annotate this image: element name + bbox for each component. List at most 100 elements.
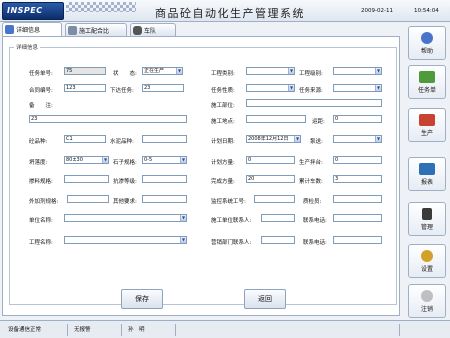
- contact-phone2-field[interactable]: [333, 236, 382, 244]
- sales-contact-field[interactable]: [261, 236, 295, 244]
- task-no-label: 任务单号:: [29, 71, 53, 77]
- completed-volume-field[interactable]: 20: [246, 175, 295, 183]
- sidebar-item-settings[interactable]: 设置: [408, 244, 446, 278]
- sidebar: 帮助 任务单 生产 报表 管理 设置 注销: [404, 22, 450, 318]
- sidebar-item-logout-label: 注销: [420, 305, 433, 313]
- report-icon: [419, 162, 435, 175]
- status-select[interactable]: 正在生产 ▼: [142, 67, 183, 75]
- chevron-down-icon: ▼: [180, 237, 186, 243]
- status-value: 正在生产: [144, 68, 165, 74]
- sub-task-field[interactable]: 23: [142, 84, 184, 92]
- contract-no-field[interactable]: 123: [64, 84, 106, 92]
- construction-part-label: 施工部位:: [211, 103, 235, 109]
- manage-icon: [422, 207, 432, 220]
- additive-spec-field[interactable]: [67, 195, 109, 203]
- help-icon: [421, 31, 433, 44]
- construction-site-field[interactable]: [246, 115, 306, 123]
- save-button[interactable]: 保存: [121, 289, 163, 309]
- admixture-spec-label: 掺料规格:: [29, 179, 53, 185]
- chevron-down-icon: ▼: [375, 68, 381, 74]
- back-button[interactable]: 返回: [244, 289, 286, 309]
- details-fieldset: 详细信息: [9, 43, 397, 305]
- site-contact-label: 施工单位联系人:: [211, 218, 252, 224]
- sidebar-item-help-label: 帮助: [420, 47, 433, 55]
- sidebar-item-task-list[interactable]: 任务单: [408, 65, 446, 99]
- pump-select[interactable]: ▼: [333, 135, 382, 143]
- other-req-field[interactable]: [142, 195, 187, 203]
- comm-status: 设备通信正常: [4, 324, 68, 336]
- tab-fleet[interactable]: 车队: [130, 23, 176, 36]
- stone-spec-label: 石子规格:: [113, 160, 137, 166]
- sidebar-item-logout[interactable]: 注销: [408, 284, 446, 318]
- settings-icon: [421, 249, 433, 262]
- concrete-type-label: 砼品种:: [29, 139, 48, 145]
- impermeability-field[interactable]: [142, 175, 187, 183]
- contact-phone1-field[interactable]: [333, 214, 382, 222]
- unit-name-label: 单位名称:: [29, 218, 53, 224]
- task-nature-label: 任务性质:: [211, 88, 235, 94]
- slump-value: 80±30: [66, 157, 83, 163]
- alarm-status: 无报警: [70, 324, 122, 336]
- section-title: 详细信息: [16, 45, 39, 51]
- site-contact-field[interactable]: [261, 214, 295, 222]
- tab-mix-ratio[interactable]: 施工配合比: [65, 23, 127, 36]
- tab-mix-ratio-label: 施工配合比: [79, 27, 110, 35]
- time-display: 10:54:04: [414, 8, 439, 14]
- sidebar-item-report[interactable]: 报表: [408, 157, 446, 191]
- chevron-down-icon: ▼: [102, 157, 108, 163]
- distance-label: 运距:: [312, 119, 325, 125]
- construction-part-field[interactable]: [246, 99, 382, 107]
- chevron-down-icon: ▼: [294, 136, 300, 142]
- details-icon: [5, 25, 14, 34]
- quality-inspector-field[interactable]: [333, 195, 382, 203]
- task-source-select[interactable]: ▼: [333, 84, 382, 92]
- stone-spec-value: 0-5: [144, 157, 153, 163]
- pump-label: 泵送:: [310, 139, 323, 145]
- logo: INSPEC: [2, 2, 64, 20]
- contact-phone2-label: 联系电话:: [303, 240, 327, 246]
- slump-select[interactable]: 80±30 ▼: [64, 156, 109, 164]
- plan-volume-field[interactable]: 0: [246, 156, 295, 164]
- additive-spec-label: 外加剂规格:: [29, 199, 59, 205]
- tab-details-label: 详细信息: [16, 27, 41, 34]
- chevron-down-icon: ▼: [180, 215, 186, 221]
- sidebar-item-production[interactable]: 生产: [408, 108, 446, 142]
- cumulative-trips-field[interactable]: 3: [333, 175, 382, 183]
- slump-label: 坍落度:: [29, 160, 48, 166]
- plan-date-value: 2008年12月12日: [248, 136, 289, 142]
- impermeability-label: 抗渗等级:: [113, 179, 137, 185]
- mix-ratio-icon: [68, 25, 77, 35]
- project-name-select[interactable]: ▼: [64, 236, 187, 244]
- other-req-label: 其他要求:: [113, 199, 137, 205]
- sub-task-label: 下达任务:: [110, 88, 134, 94]
- title-bar: INSPEC 商品砼自动化生产管理系统 2009-02-11 10:54:04: [0, 0, 450, 22]
- production-station-label: 生产拌台:: [299, 160, 323, 166]
- date-display: 2009-02-11: [361, 8, 393, 14]
- sidebar-item-manage[interactable]: 管理: [408, 202, 446, 236]
- unit-name-select[interactable]: ▼: [64, 214, 187, 222]
- distance-field[interactable]: 0: [333, 115, 382, 123]
- task-no-field: 75: [64, 67, 106, 75]
- task-nature-select[interactable]: ▼: [246, 84, 295, 92]
- details-panel: 详细信息 任务单号: 75 状 态: 正在生产 ▼ 工程类别: ▼ 工程级别: ▼…: [2, 36, 400, 316]
- stone-spec-select[interactable]: 0-5 ▼: [142, 156, 187, 164]
- tab-details[interactable]: 详细信息: [2, 22, 62, 36]
- project-type-label: 工程类别:: [211, 71, 235, 77]
- sidebar-item-task-list-label: 任务单: [417, 86, 436, 94]
- plan-date-picker[interactable]: 2008年12月12日 ▼: [246, 135, 301, 143]
- cement-type-field[interactable]: [142, 135, 187, 143]
- supervisor-no-field[interactable]: [254, 195, 295, 203]
- supervisor-no-label: 监控系统工号:: [211, 199, 246, 205]
- remark-field[interactable]: 23: [29, 115, 187, 123]
- chevron-down-icon: ▼: [288, 85, 294, 91]
- contract-no-label: 合同编号:: [29, 88, 53, 94]
- project-level-select[interactable]: ▼: [333, 67, 382, 75]
- app-window: INSPEC 商品砼自动化生产管理系统 2009-02-11 10:54:04 …: [0, 0, 450, 338]
- project-type-select[interactable]: ▼: [246, 67, 295, 75]
- project-level-label: 工程级别:: [299, 71, 323, 77]
- sidebar-item-help[interactable]: 帮助: [408, 26, 446, 60]
- task-source-label: 任务来源:: [299, 88, 323, 94]
- production-station-field[interactable]: 0: [333, 156, 382, 164]
- admixture-spec-field[interactable]: [64, 175, 109, 183]
- concrete-type-field[interactable]: C1: [64, 135, 106, 143]
